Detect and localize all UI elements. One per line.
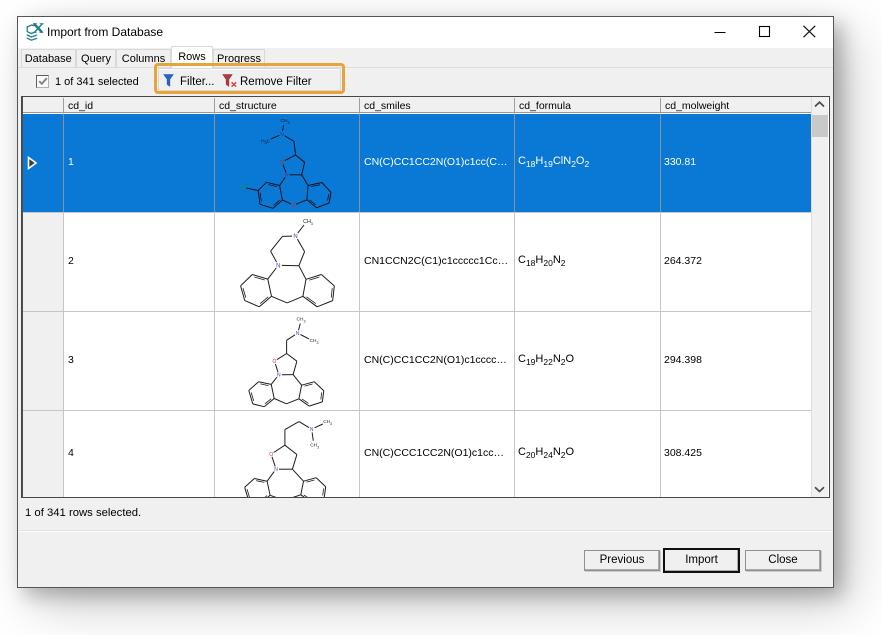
svg-text:N: N: [310, 427, 314, 433]
svg-text:N: N: [276, 263, 280, 269]
svg-text:CH3: CH3: [310, 338, 319, 345]
svg-text:CH3: CH3: [281, 118, 290, 125]
svg-text:CH3: CH3: [297, 317, 306, 324]
svg-text:N: N: [277, 373, 281, 379]
svg-text:CH3: CH3: [303, 219, 313, 226]
svg-text:H3C: H3C: [261, 139, 270, 145]
svg-text:O: O: [273, 359, 277, 365]
svg-text:O: O: [269, 452, 273, 458]
svg-text:Cl: Cl: [241, 185, 246, 191]
svg-text:N: N: [274, 467, 278, 473]
svg-text:N: N: [296, 331, 300, 337]
svg-text:CH3: CH3: [323, 419, 332, 426]
svg-text:O: O: [280, 160, 284, 166]
svg-text:O: O: [292, 203, 296, 209]
svg-text:N: N: [280, 132, 284, 138]
svg-text:N: N: [285, 173, 289, 179]
svg-text:CH3: CH3: [310, 443, 319, 450]
svg-text:N: N: [293, 234, 297, 240]
